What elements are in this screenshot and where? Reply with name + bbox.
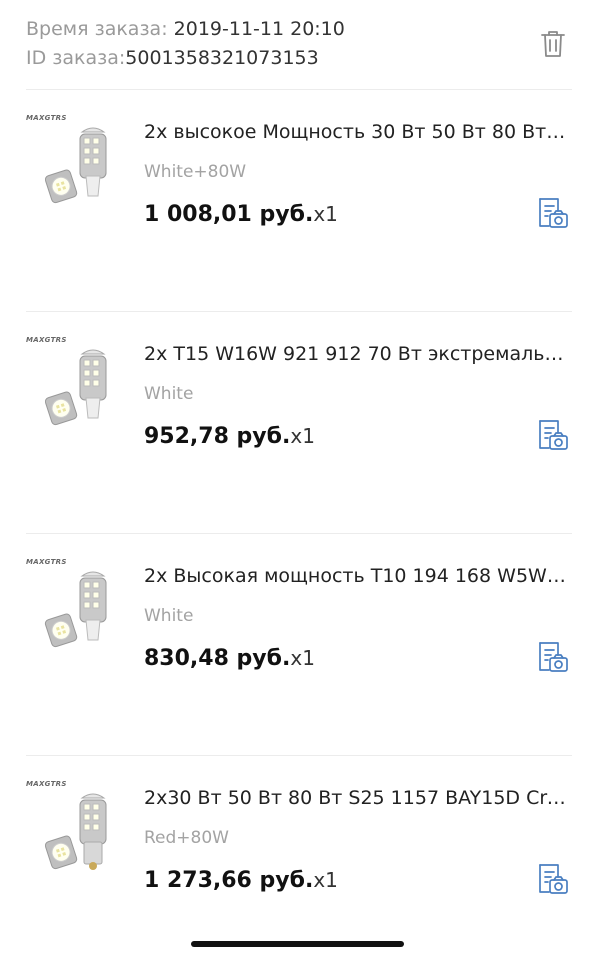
order-id-label: ID заказа: bbox=[26, 47, 126, 69]
price-amount: 952,78 руб. bbox=[144, 424, 291, 449]
brand-logo: MAXGTRS bbox=[26, 780, 67, 788]
item-quantity: x1 bbox=[313, 868, 338, 892]
write-review-button[interactable] bbox=[534, 418, 570, 454]
product-variant: Red+80W bbox=[144, 828, 229, 848]
order-id: ID заказа:5001358321073153 bbox=[26, 47, 319, 69]
item-quantity: x1 bbox=[313, 202, 338, 226]
order-time-label: Время заказа: bbox=[26, 18, 174, 40]
product-thumbnail[interactable]: MAXGTRS bbox=[26, 336, 118, 436]
product-variant: White bbox=[144, 606, 194, 626]
order-item[interactable]: MAXGTRS 2x T15 W16W 921 912 70 Вт экстрем… bbox=[0, 312, 595, 534]
order-header: Время заказа: 2019-11-11 20:10 ID заказа… bbox=[0, 0, 595, 90]
product-variant: White+80W bbox=[144, 162, 247, 182]
product-thumbnail[interactable]: MAXGTRS bbox=[26, 114, 118, 214]
order-item[interactable]: MAXGTRS 2x Высокая мощность T10 194 168 W… bbox=[0, 534, 595, 756]
review-photo-icon bbox=[539, 864, 568, 894]
divider bbox=[26, 755, 572, 756]
delete-order-button[interactable] bbox=[538, 28, 568, 60]
brand-logo: MAXGTRS bbox=[26, 336, 67, 344]
write-review-button[interactable] bbox=[534, 862, 570, 898]
review-photo-icon bbox=[539, 198, 568, 228]
led-bulb-image bbox=[44, 349, 107, 426]
brand-logo: MAXGTRS bbox=[26, 558, 67, 566]
product-thumbnail[interactable]: MAXGTRS bbox=[26, 780, 118, 880]
write-review-button[interactable] bbox=[534, 640, 570, 676]
product-title[interactable]: 2x T15 W16W 921 912 70 Вт экстремально..… bbox=[144, 343, 568, 365]
item-quantity: x1 bbox=[290, 424, 315, 448]
item-quantity: x1 bbox=[290, 646, 315, 670]
write-review-button[interactable] bbox=[534, 196, 570, 232]
review-photo-icon bbox=[539, 642, 568, 672]
product-price: 952,78 руб.x1 bbox=[144, 424, 315, 449]
product-title[interactable]: 2x Высокая мощность T10 194 168 W5W 7... bbox=[144, 565, 568, 587]
product-price: 830,48 руб.x1 bbox=[144, 646, 315, 671]
order-time-value: 2019-11-11 20:10 bbox=[173, 18, 345, 40]
product-thumbnail[interactable]: MAXGTRS bbox=[26, 558, 118, 658]
product-price: 1 273,66 руб.x1 bbox=[144, 868, 338, 893]
led-bulb-image bbox=[44, 571, 107, 648]
price-amount: 1 008,01 руб. bbox=[144, 202, 314, 227]
led-bulb-image bbox=[44, 793, 107, 870]
brand-logo: MAXGTRS bbox=[26, 114, 67, 122]
product-variant: White bbox=[144, 384, 194, 404]
product-title[interactable]: 2x30 Вт 50 Вт 80 Вт S25 1157 BAY15D Cree… bbox=[144, 787, 568, 809]
order-time: Время заказа: 2019-11-11 20:10 bbox=[26, 18, 345, 40]
home-indicator[interactable] bbox=[191, 941, 404, 947]
trash-icon bbox=[541, 31, 565, 57]
divider bbox=[26, 533, 572, 534]
price-amount: 830,48 руб. bbox=[144, 646, 291, 671]
product-price: 1 008,01 руб.x1 bbox=[144, 202, 338, 227]
order-item[interactable]: MAXGTRS 2x высокое Мощность 30 Вт 50 Вт 8… bbox=[0, 90, 595, 312]
order-id-value: 5001358321073153 bbox=[125, 47, 319, 69]
product-title[interactable]: 2x высокое Мощность 30 Вт 50 Вт 80 Вт к.… bbox=[144, 121, 568, 143]
led-bulb-image bbox=[44, 127, 107, 204]
review-photo-icon bbox=[539, 420, 568, 450]
price-amount: 1 273,66 руб. bbox=[144, 868, 314, 893]
divider bbox=[26, 311, 572, 312]
